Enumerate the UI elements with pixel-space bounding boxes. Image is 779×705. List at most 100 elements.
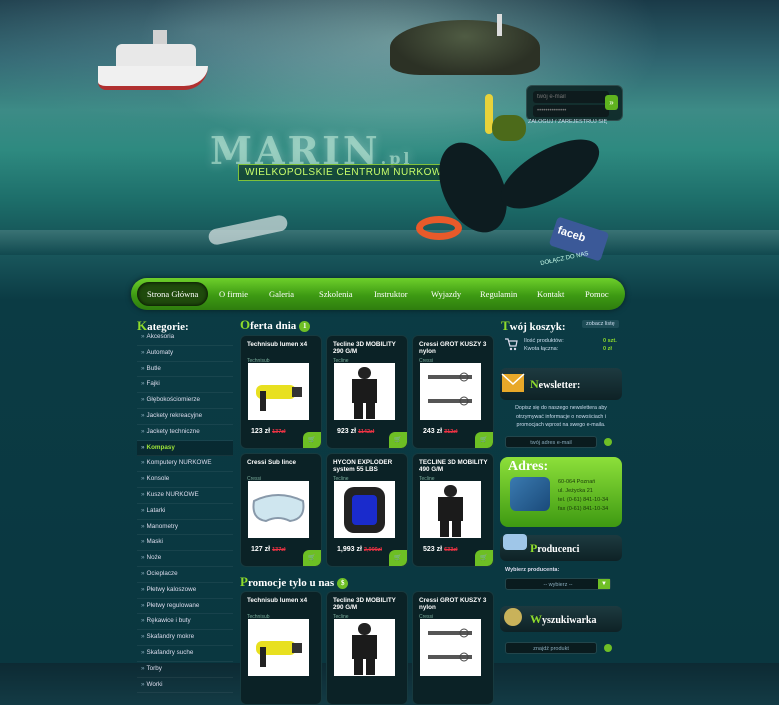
sidebar-item-category[interactable]: » Jackety techniczne (137, 425, 233, 441)
nav-item-training[interactable]: Szkolenia (319, 278, 353, 310)
product-name[interactable]: Technisub lumen x4 (247, 341, 319, 348)
add-to-cart-button[interactable]: 🛒 (389, 550, 407, 566)
category-label: Maski (146, 538, 163, 546)
category-label: Worki (146, 680, 163, 688)
product-image (428, 372, 472, 406)
sidebar-item-category[interactable]: » Manometry (137, 520, 233, 536)
sidebar-item-category[interactable]: » Skafandry mokre (137, 630, 233, 646)
sidebar-item-category[interactable]: » Głębokościomierze (137, 393, 233, 409)
category-label: Fajki (146, 380, 160, 388)
product-name[interactable]: Cressi GROT KUSZY 3 nylon (419, 597, 491, 611)
price-old: 2,000zł (363, 547, 382, 553)
nav-item-about[interactable]: O firmie (219, 278, 248, 310)
cart-view-button[interactable]: zobacz listę (582, 320, 619, 328)
product-name[interactable]: Tecline 3D MOBILITY 290 G/M (333, 341, 405, 355)
search-submit-button[interactable] (604, 644, 612, 652)
nav-item-terms[interactable]: Regulamin (480, 278, 517, 310)
sidebar-item-category[interactable]: » Noże (137, 551, 233, 567)
product-card[interactable]: Cressi Sub lince Cressi 127 zł 137zł 🛒 (240, 453, 322, 567)
product-name[interactable]: HYCON EXPLODER system 55 LBS (333, 459, 405, 473)
product-image (438, 485, 463, 537)
diving-mask-image (492, 115, 526, 141)
sidebar-item-category[interactable]: » Kompasy (137, 440, 233, 457)
product-image-frame[interactable] (420, 481, 481, 538)
product-card[interactable]: Technisub lumen x4 Technisub 123 zł 137zł 🛒 (240, 335, 322, 449)
login-password-input[interactable] (533, 105, 609, 117)
product-name[interactable]: Tecline 3D MOBILITY 290 G/M (333, 597, 405, 611)
sidebar-item-category[interactable]: » Akcesoria (137, 330, 233, 346)
sidebar-item-category[interactable]: » Maski (137, 535, 233, 552)
sidebar-item-category[interactable]: » Komputery NURKOWE (137, 456, 233, 473)
product-price: 523 zł 633zł (423, 546, 458, 553)
nav-item-trips[interactable]: Wyjazdy (431, 278, 461, 310)
price-current: 523 zł (423, 546, 443, 553)
product-image-frame[interactable] (420, 619, 481, 676)
product-card[interactable]: Technisub lumen x4 Technisub (240, 591, 322, 705)
product-image-frame[interactable] (334, 363, 395, 420)
product-card[interactable]: Tecline 3D MOBILITY 290 G/M Tecline 923 zł… (326, 335, 408, 449)
product-price: 1,993 zł 2,000zł (337, 546, 382, 553)
sidebar-item-category[interactable]: » Płetwy kaloszowe (137, 583, 233, 599)
product-name[interactable]: Technisub lumen x4 (247, 597, 319, 604)
nav-item-instructor[interactable]: Instruktor (374, 278, 408, 310)
add-to-cart-button[interactable]: 🛒 (303, 432, 321, 448)
sidebar-item-category[interactable]: » Konsole (137, 472, 233, 488)
sidebar-item-category[interactable]: » Latarki (137, 504, 233, 520)
category-label: Jackety techniczne (146, 427, 200, 435)
price-current: 923 zł (337, 428, 357, 435)
offer-badge-icon: 1 (299, 320, 311, 332)
login-submit-button[interactable]: » (605, 95, 618, 110)
newsletter-submit-button[interactable] (604, 438, 612, 446)
login-email-input[interactable] (533, 91, 609, 103)
add-to-cart-button[interactable]: 🛒 (389, 432, 407, 448)
login-links[interactable]: ZALOGUJ / ZAREJESTRUJ SIĘ (528, 119, 607, 125)
product-image (428, 628, 472, 662)
category-label: Noże (146, 554, 162, 562)
add-to-cart-button[interactable]: 🛒 (475, 550, 493, 566)
category-label: Latarki (146, 506, 166, 514)
sidebar-item-category[interactable]: » Butle (137, 362, 233, 378)
product-image-frame[interactable] (248, 619, 309, 676)
product-image-frame[interactable] (420, 363, 481, 420)
login-box: » (526, 85, 623, 121)
nav-item-gallery[interactable]: Galeria (269, 278, 294, 310)
sidebar-item-category[interactable]: » Jackety rekreacyjne (137, 409, 233, 425)
cart-total-label: Kwota łączna: (524, 346, 559, 352)
product-image-frame[interactable] (334, 619, 395, 676)
sidebar-item-category[interactable]: » Worki (137, 678, 233, 694)
product-card[interactable]: Cressi GROT KUSZY 3 nylon Cressi 243 zł 312… (412, 335, 494, 449)
product-card[interactable]: HYCON EXPLODER system 55 LBS Tecline 1,993… (326, 453, 408, 567)
product-image (344, 487, 385, 533)
producers-select[interactable]: -- wybierz -- ▼ (505, 578, 611, 590)
category-label: Jackety rekreacyjne (146, 411, 203, 419)
add-to-cart-button[interactable]: 🛒 (303, 550, 321, 566)
product-card[interactable]: Tecline 3D MOBILITY 290 G/M Tecline (326, 591, 408, 705)
nav-item-contact[interactable]: Kontakt (537, 278, 564, 310)
sidebar-item-category[interactable]: » Fajki (137, 377, 233, 394)
sidebar-item-category[interactable]: » Kusze NURKOWE (137, 488, 233, 504)
sidebar-item-category[interactable]: » Ocieplacze (137, 567, 233, 583)
product-name[interactable]: Cressi GROT KUSZY 3 nylon (419, 341, 491, 355)
product-card[interactable]: Cressi GROT KUSZY 3 nylon Cressi (412, 591, 494, 705)
sidebar-item-category[interactable]: » Skafandry suche (137, 646, 233, 662)
product-card[interactable]: TECLINE 3D MOBILITY 490 G/M Tecline 523 zł… (412, 453, 494, 567)
newsletter-email-input[interactable]: twój adres e-mail (505, 436, 597, 448)
product-image-frame[interactable] (334, 481, 395, 538)
product-name[interactable]: Cressi Sub lince (247, 459, 319, 466)
sidebar-item-category[interactable]: » Płetwy regulowane (137, 599, 233, 615)
sidebar-item-category[interactable]: » Torby (137, 662, 233, 678)
cart-icon (505, 338, 518, 351)
search-input[interactable]: znajdź produkt (505, 642, 597, 654)
address-title: Adres: (508, 459, 549, 474)
product-image-frame[interactable] (248, 363, 309, 420)
add-to-cart-button[interactable]: 🛒 (475, 432, 493, 448)
chevron-right-icon: » (141, 506, 145, 514)
nav-item-help[interactable]: Pomoc (585, 278, 609, 310)
sidebar-item-category[interactable]: » Automaty (137, 346, 233, 362)
product-name[interactable]: TECLINE 3D MOBILITY 490 G/M (419, 459, 491, 473)
nav-item-home[interactable]: Strona Główna (137, 282, 209, 306)
product-image-frame[interactable] (248, 481, 309, 538)
search-icon (504, 608, 522, 626)
category-label: Akcesoria (146, 333, 175, 340)
sidebar-item-category[interactable]: » Rękawice i buty (137, 614, 233, 631)
